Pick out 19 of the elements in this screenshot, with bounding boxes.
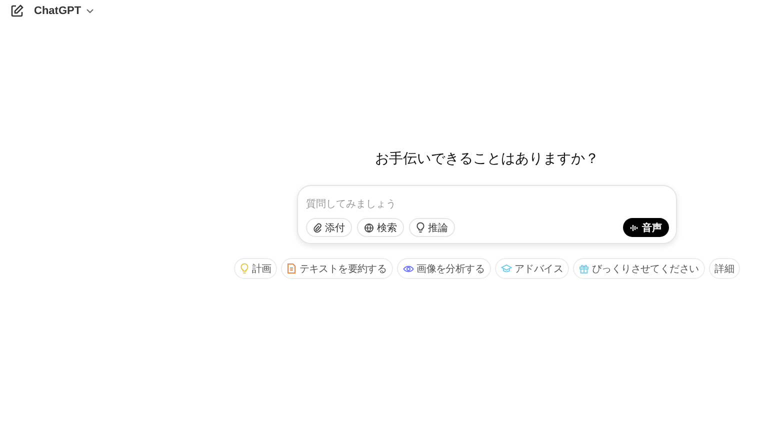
suggestion-chip[interactable]: アドバイス (494, 258, 570, 279)
paperclip-icon (313, 222, 322, 232)
waveform-icon (630, 224, 639, 232)
voice-button[interactable]: 音声 (623, 218, 669, 237)
suggestion-chip[interactable]: 計画 (234, 258, 278, 279)
message-composer[interactable]: 質問してみましょう 添付 検索 推論 音声 (297, 185, 677, 244)
suggestion-chip[interactable]: びっくりさせてください (573, 258, 705, 279)
suggestion-chip[interactable]: 詳細 (708, 258, 740, 279)
model-selector[interactable]: ChatGPT (34, 5, 94, 17)
suggestion-chip[interactable]: テキストを要約する (281, 258, 393, 279)
tool-button[interactable]: 検索 (357, 218, 404, 237)
globe-icon (364, 222, 374, 232)
lightbulb-icon (416, 222, 425, 233)
tool-button[interactable]: 添付 (306, 218, 352, 237)
suggestion-chip[interactable]: 画像を分析する (396, 258, 490, 279)
tool-button[interactable]: 推論 (409, 218, 455, 237)
new-chat-icon[interactable] (10, 4, 24, 18)
chevron-down-icon (86, 8, 94, 14)
heading: お手伝いできることはありますか？ (375, 150, 599, 168)
